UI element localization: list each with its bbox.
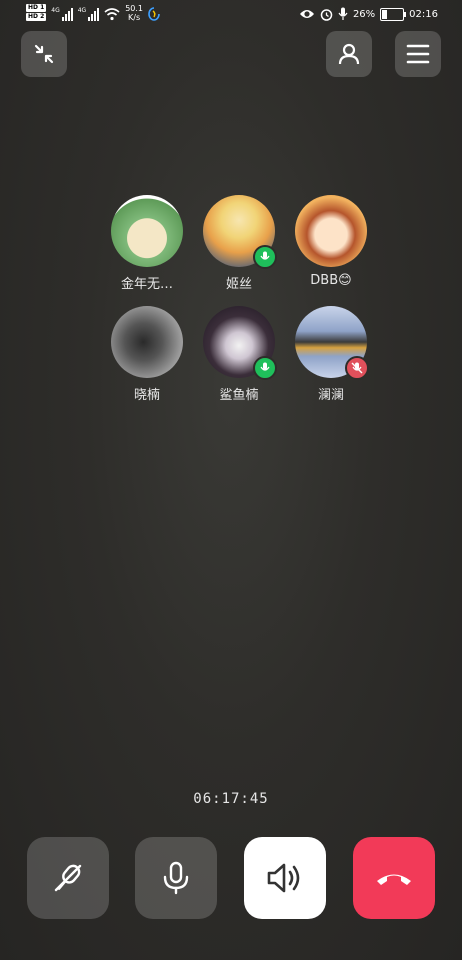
avatar [295, 195, 367, 267]
participant-name: 姬丝 [225, 277, 252, 292]
wifi-icon [104, 8, 120, 21]
microphone-icon [260, 362, 270, 371]
minimize-button[interactable] [21, 31, 67, 77]
call-duration: 06:17:45 [193, 791, 269, 807]
microphone-muted-icon [351, 362, 363, 374]
participant-name: 鲨鱼楠 [219, 388, 259, 403]
avatar [295, 306, 369, 380]
eye-icon [299, 10, 314, 18]
menu-button[interactable] [395, 31, 441, 77]
sim-indicators: HD 1 HD 2 [26, 4, 47, 21]
participants-grid: 金年无… 姬丝 DBB😊 晓楠 鲨鱼楠 澜澜 [101, 195, 369, 403]
participant-name: 晓楠 [133, 388, 160, 403]
mic-status-icon [338, 7, 348, 20]
participant-5[interactable]: 鲨鱼楠 [193, 306, 285, 403]
signal-1-icon: 4G [51, 7, 73, 21]
hang-up-button[interactable] [353, 837, 435, 919]
add-member-button[interactable] [326, 31, 372, 77]
participant-4[interactable]: 晓楠 [101, 306, 193, 403]
speaker-button[interactable] [244, 837, 326, 919]
avatar [111, 306, 183, 378]
participant-3[interactable]: DBB😊 [285, 195, 377, 292]
microphone-icon [260, 251, 270, 260]
signal-2-icon: 4G [77, 7, 100, 21]
minimize-arrows-icon [34, 44, 54, 64]
network-type-1: 4G [51, 7, 60, 14]
microphone-crossed-icon [54, 864, 82, 892]
toggle-mic-mode-button[interactable] [27, 837, 109, 919]
status-bar: HD 1 HD 2 4G 4G 50.1 K/s 26% 02:16 [0, 0, 462, 30]
hang-up-icon [377, 874, 411, 885]
clock: 02:16 [409, 8, 438, 20]
alarm-icon [320, 8, 333, 21]
network-speed: 50.1 K/s [125, 4, 143, 22]
sim2-badge: HD 2 [26, 13, 47, 21]
hamburger-menu-icon [406, 44, 430, 64]
mic-off-badge [345, 356, 369, 380]
status-right: 26% 02:16 [299, 7, 438, 21]
network-type-2: 4G [77, 7, 87, 14]
participant-2[interactable]: 姬丝 [193, 195, 285, 292]
participant-name: 金年无… [120, 277, 173, 292]
participant-6[interactable]: 澜澜 [285, 306, 377, 403]
avatar [203, 195, 277, 269]
speaker-icon [267, 863, 300, 893]
speed-value: 50.1 [125, 4, 144, 13]
battery-icon [380, 7, 407, 21]
participant-name: 澜澜 [317, 388, 344, 403]
battery-percent: 26% [352, 8, 376, 20]
avatar [111, 195, 183, 267]
mic-on-badge [253, 356, 277, 380]
participant-name: DBB😊 [310, 273, 352, 288]
mute-button[interactable] [135, 837, 217, 919]
status-left: HD 1 HD 2 4G 4G 50.1 K/s [26, 4, 160, 22]
speed-unit: K/s [128, 13, 141, 22]
person-icon [338, 43, 360, 65]
participant-1[interactable]: 金年无… [101, 195, 193, 292]
microphone-icon [163, 861, 189, 895]
sim1-badge: HD 1 [26, 4, 47, 12]
app-notification-icon [148, 7, 160, 21]
avatar [203, 306, 277, 380]
mic-on-badge [253, 245, 277, 269]
